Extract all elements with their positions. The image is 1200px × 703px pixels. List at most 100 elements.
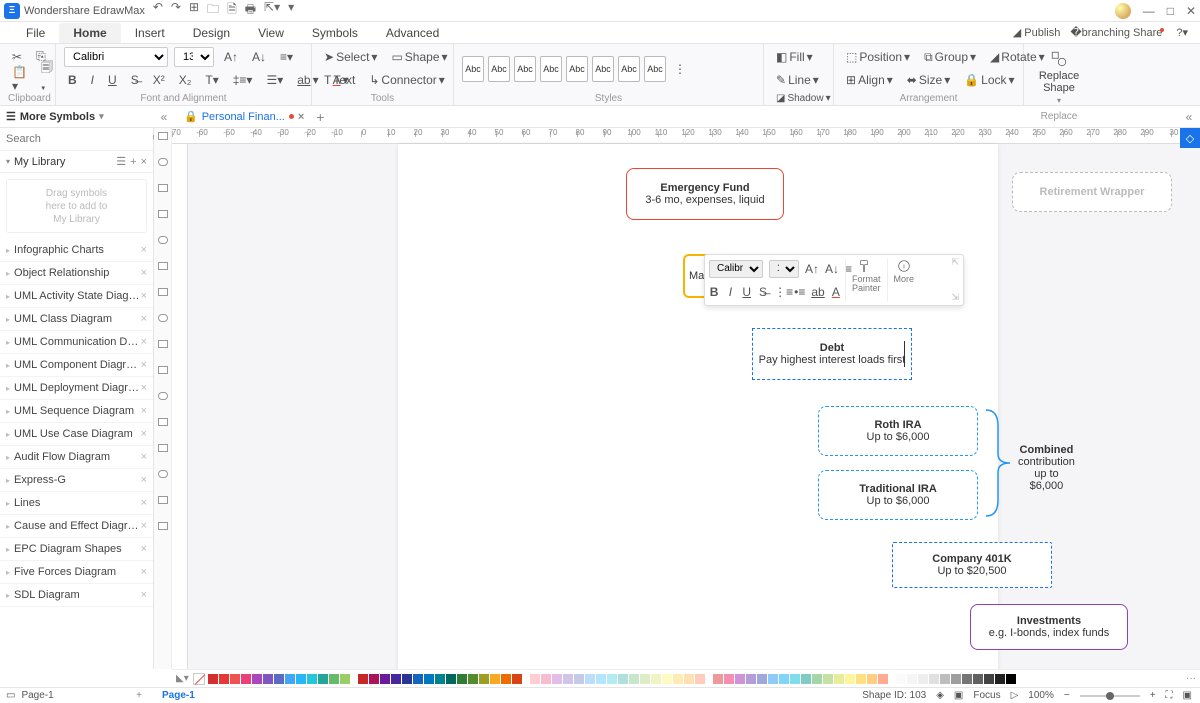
fullscreen-icon[interactable]: ▣ [1183,690,1192,701]
page-tab[interactable]: Page-1 [154,689,203,702]
mini-font-select[interactable]: Calibri [709,260,763,278]
canvas-area[interactable]: -70-60-50-40-30-20-100102030405060708090… [172,128,1200,669]
color-swatch[interactable] [856,674,866,684]
quick-shape-icon[interactable] [158,392,168,400]
mini-size-select[interactable]: 13 [769,260,799,278]
category-item[interactable]: ▸UML Component Diagram× [0,354,153,377]
list-icon[interactable]: ☰▾ [262,71,287,89]
category-item[interactable]: ▸UML Sequence Diagram× [0,400,153,423]
menu-file[interactable]: File [12,23,59,43]
category-close-icon[interactable]: × [141,290,147,302]
italic-icon[interactable]: I [87,71,98,89]
mini-more-button[interactable]: i More [888,255,921,305]
zoom-out-button[interactable]: − [1064,690,1070,701]
color-swatch[interactable] [695,674,705,684]
bold-icon[interactable]: B [64,71,81,89]
font-size-select[interactable]: 13 [174,47,214,67]
color-swatch[interactable] [424,674,434,684]
mini-italic-icon[interactable]: I [725,285,735,299]
category-item[interactable]: ▸Audit Flow Diagram× [0,446,153,469]
focus-label[interactable]: Focus [973,690,1000,701]
help-button[interactable]: ?▾ [1176,26,1188,39]
mini-numlist-icon[interactable]: ⋮≡ [774,285,788,299]
color-swatch[interactable] [878,674,888,684]
publish-button[interactable]: ◢ Publish [1013,26,1061,39]
quick-shape-icon[interactable] [158,262,168,270]
minimize-button[interactable]: — [1143,4,1155,18]
position-button[interactable]: ⬚ Position▾ [842,48,914,66]
grow-font-icon[interactable]: A↑ [220,48,242,66]
share-button[interactable]: �branching Share [1070,26,1166,39]
color-swatch[interactable] [713,674,723,684]
color-swatch[interactable] [263,674,273,684]
color-swatch[interactable] [552,674,562,684]
menu-design[interactable]: Design [179,23,244,43]
category-close-icon[interactable]: × [141,543,147,555]
group-button[interactable]: ⧉ Group▾ [920,48,980,67]
style-preset[interactable]: Abc [566,56,588,82]
shape-roth-ira[interactable]: Roth IRAUp to $6,000 [818,406,978,456]
zoom-in-button[interactable]: + [1150,690,1156,701]
quick-shape-icon[interactable] [158,158,168,166]
color-swatch[interactable] [318,674,328,684]
color-swatch[interactable] [530,674,540,684]
color-swatch[interactable] [896,674,906,684]
color-swatch[interactable] [984,674,994,684]
layers-icon[interactable]: ◈ [936,690,944,701]
color-swatch[interactable] [468,674,478,684]
quick-shape-icon[interactable] [158,132,168,140]
color-swatch[interactable] [940,674,950,684]
maximize-button[interactable]: □ [1167,4,1174,18]
category-item[interactable]: ▸SDL Diagram× [0,584,153,607]
quick-shape-icon[interactable] [158,444,168,452]
color-swatch[interactable] [380,674,390,684]
category-close-icon[interactable]: × [141,359,147,371]
color-swatch[interactable] [1006,674,1016,684]
color-swatch[interactable] [512,674,522,684]
superscript-icon[interactable]: X² [149,71,169,89]
category-item[interactable]: ▸Infographic Charts× [0,239,153,262]
subscript-icon[interactable]: X₂ [175,71,196,89]
shape-debt[interactable]: DebtPay highest interest loads first [752,328,912,380]
style-preset[interactable]: Abc [618,56,640,82]
category-item[interactable]: ▸UML Deployment Diagram× [0,377,153,400]
style-preset[interactable]: Abc [644,56,666,82]
color-swatch[interactable] [735,674,745,684]
category-close-icon[interactable]: × [141,244,147,256]
menu-advanced[interactable]: Advanced [372,23,453,43]
category-item[interactable]: ▸UML Class Diagram× [0,308,153,331]
color-swatch[interactable] [724,674,734,684]
undo-button[interactable]: ↶ [153,0,163,21]
color-swatch[interactable] [274,674,284,684]
color-swatch[interactable] [241,674,251,684]
category-item[interactable]: ▸Lines× [0,492,153,515]
color-swatch[interactable] [563,674,573,684]
menu-view[interactable]: View [244,23,298,43]
color-swatch[interactable] [446,674,456,684]
document-tab[interactable]: 🔒Personal Finan...× [180,108,308,125]
color-swatch[interactable] [757,674,767,684]
color-swatch[interactable] [596,674,606,684]
quick-shape-icon[interactable] [158,236,168,244]
mini-bold-icon[interactable]: B [709,285,719,299]
zoom-slider[interactable] [1080,695,1140,697]
mini-fontcolor-icon[interactable]: A [831,285,841,299]
tab-close-icon[interactable]: × [298,111,304,123]
color-swatch[interactable] [812,674,822,684]
color-swatch[interactable] [845,674,855,684]
quick-shape-icon[interactable] [158,184,168,192]
category-close-icon[interactable]: × [141,589,147,601]
color-swatch[interactable] [995,674,1005,684]
redo-button[interactable]: ↷ [171,0,181,21]
align-button[interactable]: ⊞ Align▾ [842,71,897,89]
symbol-search-input[interactable] [6,133,148,145]
color-swatch[interactable] [929,674,939,684]
mini-bullist-icon[interactable]: •≡ [794,285,805,299]
color-swatch[interactable] [296,674,306,684]
palette-more-icon[interactable]: ··· [1186,673,1196,684]
category-item[interactable]: ▸UML Use Case Diagram× [0,423,153,446]
category-close-icon[interactable]: × [141,313,147,325]
color-swatch[interactable] [230,674,240,684]
minibar-resize-icon[interactable]: ⇲ [951,292,959,303]
qat-export-icon[interactable]: ⇱▾ [264,0,280,21]
